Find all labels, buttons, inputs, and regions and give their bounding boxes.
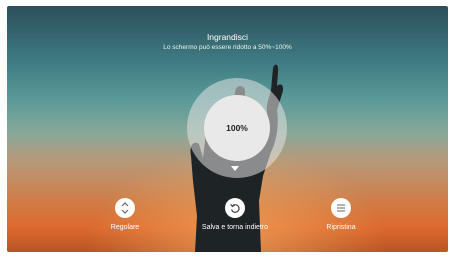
reset-label: Ripristina <box>326 224 356 231</box>
zoom-value: 100% <box>204 95 270 161</box>
up-down-arrows-icon <box>121 202 129 214</box>
save-back-button[interactable] <box>225 198 245 218</box>
adjust-label: Regolare <box>110 224 140 231</box>
reset-button[interactable] <box>331 198 351 218</box>
page-subtitle: Lo schermo può essere ridotto a 50%~100% <box>163 44 292 51</box>
save-back-control[interactable]: Salva e torna indietro <box>195 198 275 231</box>
zoom-settings-screen: Ingrandisci Lo schermo può essere ridott… <box>7 6 448 252</box>
adjust-control[interactable]: Regolare <box>85 198 165 231</box>
dial-pointer-icon <box>231 166 239 171</box>
save-back-label: Salva e torna indietro <box>201 224 269 231</box>
page-title: Ingrandisci <box>206 32 249 42</box>
menu-lines-icon <box>337 204 345 212</box>
reset-control[interactable]: Ripristina <box>301 198 381 231</box>
zoom-dial[interactable]: 100% <box>187 78 287 178</box>
undo-arrow-icon <box>230 203 240 213</box>
adjust-button[interactable] <box>115 198 135 218</box>
